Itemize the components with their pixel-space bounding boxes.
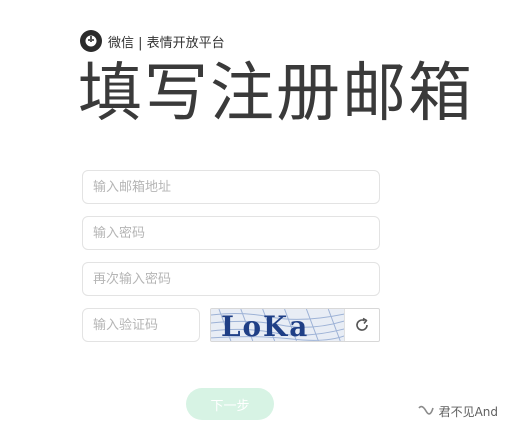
email-input[interactable] [82,170,380,204]
wechat-channel-icon [417,405,434,415]
refresh-captcha-button[interactable] [344,309,379,341]
next-button[interactable]: 下一步 [186,388,274,420]
watermark: 君不见And [417,402,498,420]
password-confirm-input[interactable] [82,262,380,296]
password-input[interactable] [82,216,380,250]
wechat-sticker-logo-icon [80,30,102,52]
watermark-text: 君不见And [438,404,498,419]
brand-name: 微信 | 表情开放平台 [108,35,225,51]
refresh-icon [356,317,368,331]
captcha-input[interactable] [82,308,200,342]
page-title: 填写注册邮箱 [78,57,474,131]
brand-header: 微信 | 表情开放平台 [80,30,225,52]
captcha-box: LoKa [210,308,380,342]
captcha-text: LoKa [221,310,309,341]
captcha-image[interactable]: LoKa [211,309,345,341]
